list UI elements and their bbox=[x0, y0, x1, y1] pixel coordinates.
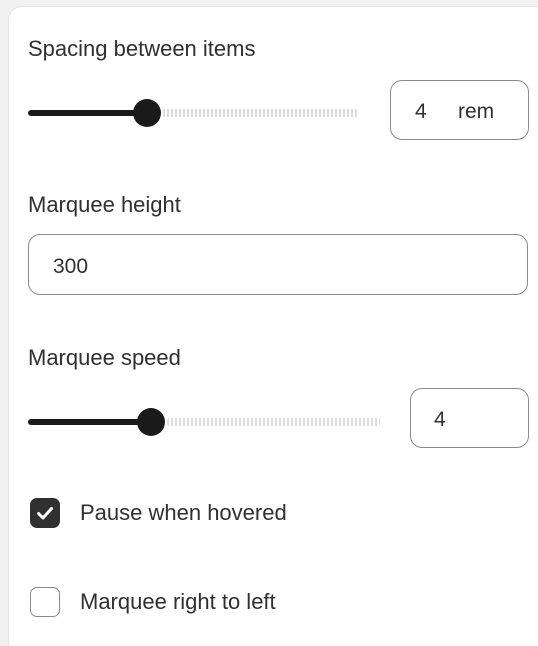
speed-value-field[interactable]: 4 bbox=[410, 388, 529, 448]
spacing-slider-fill bbox=[28, 110, 147, 116]
spacing-label: Spacing between items bbox=[28, 36, 256, 61]
spacing-slider-thumb[interactable] bbox=[132, 99, 161, 127]
spacing-unit: rem bbox=[458, 100, 495, 123]
spacing-value-field[interactable]: 4 rem bbox=[390, 80, 529, 140]
speed-slider-fill bbox=[28, 419, 152, 425]
spacing-slider-track bbox=[162, 109, 358, 117]
height-label: Marquee height bbox=[28, 192, 181, 217]
speed-slider-thumb[interactable] bbox=[137, 408, 166, 436]
speed-label: Marquee speed bbox=[28, 345, 181, 370]
pause-on-hover-checkbox[interactable] bbox=[30, 498, 60, 528]
checkmark-icon bbox=[37, 507, 53, 520]
pause-on-hover-label: Pause when hovered bbox=[80, 500, 287, 525]
speed-slider-track bbox=[167, 418, 380, 426]
height-value: 300 bbox=[53, 255, 89, 278]
spacing-value: 4 bbox=[415, 100, 427, 123]
height-input[interactable]: 300 bbox=[28, 234, 528, 295]
spacing-slider[interactable] bbox=[28, 99, 358, 127]
right-to-left-checkbox[interactable] bbox=[30, 587, 60, 617]
speed-value: 4 bbox=[434, 408, 446, 431]
speed-slider[interactable] bbox=[28, 408, 380, 436]
right-to-left-label: Marquee right to left bbox=[80, 589, 276, 614]
